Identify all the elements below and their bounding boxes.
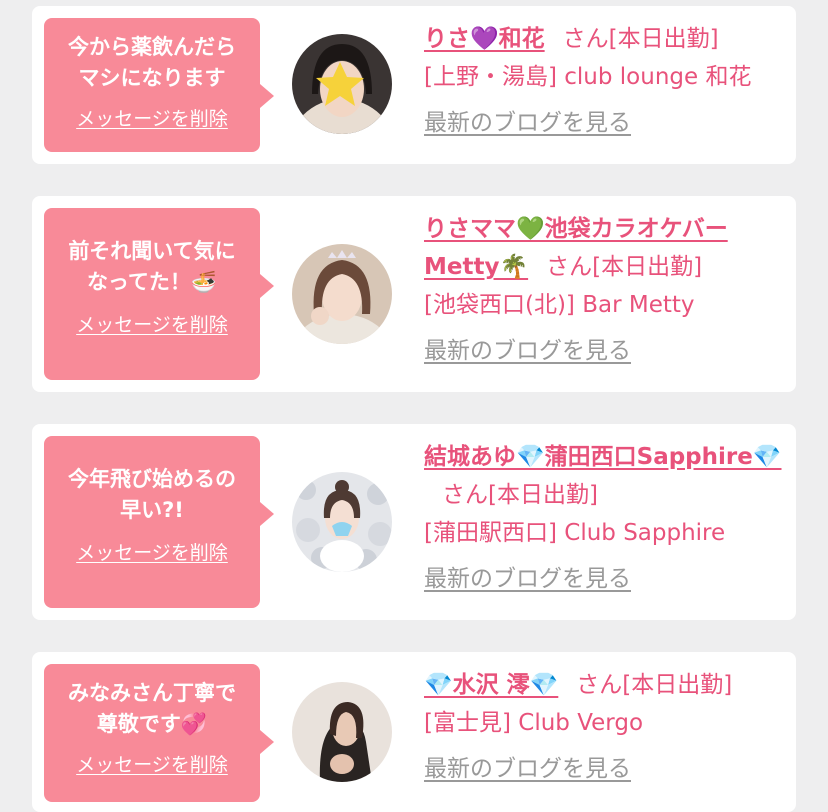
message-text: 今年飛び始めるの 早い?! <box>44 436 260 526</box>
blog-link[interactable]: 最新のブログを見る <box>424 750 784 788</box>
message-text-body: みなみさん丁寧で 尊敬です <box>68 681 236 736</box>
cast-info: 💎水沢 澪💎 さん[本日出勤] [富士見] Club Vergo 最新のブログを見… <box>424 666 784 788</box>
cast-status: さん[本日出勤] <box>442 482 598 508</box>
shop-name: [蒲田駅西口] Club Sapphire <box>424 520 726 546</box>
message-text: 前それ聞いて気に なってた！🍜 <box>44 208 260 298</box>
cast-status: さん[本日出勤] <box>576 672 733 698</box>
blog-link[interactable]: 最新のブログを見る <box>424 332 784 370</box>
message-bubble: みなみさん丁寧で 尊敬です💞 メッセージを削除 <box>44 664 274 802</box>
message-bubble: 今から薬飲んだら マシになります メッセージを削除 <box>44 18 274 152</box>
shop-name: [池袋西口(北)] Bar Metty <box>424 292 695 318</box>
message-card: 今年飛び始めるの 早い?! メッセージを削除 結城あゆ💎蒲田西口Sapphire… <box>32 424 796 620</box>
cast-status: さん[本日出勤] <box>546 254 703 280</box>
avatar[interactable] <box>292 34 392 134</box>
blog-link[interactable]: 最新のブログを見る <box>424 560 784 598</box>
delete-message-link[interactable]: メッセージを削除 <box>76 750 228 777</box>
delete-message-link[interactable]: メッセージを削除 <box>76 310 228 337</box>
cast-status: さん[本日出勤] <box>562 26 719 52</box>
avatar[interactable] <box>292 244 392 344</box>
message-text-body: 今年飛び始めるの 早い?! <box>68 467 236 522</box>
message-card: 今から薬飲んだら マシになります メッセージを削除 りさ💜和花 さん[本日出勤] … <box>32 6 796 164</box>
cast-info: りさ💜和花 さん[本日出勤] [上野・湯島] club lounge 和花 最新の… <box>424 20 784 142</box>
message-text: 今から薬飲んだら マシになります <box>44 18 260 94</box>
ramen-emoji: 🍜 <box>190 270 218 294</box>
blog-link[interactable]: 最新のブログを見る <box>424 104 784 142</box>
message-bubble: 今年飛び始めるの 早い?! メッセージを削除 <box>44 436 274 608</box>
cast-info: りさママ💚池袋カラオケバーMetty🌴 さん[本日出勤] [池袋西口(北)] Ba… <box>424 210 784 370</box>
message-text-body: 今から薬飲んだら マシになります <box>68 35 236 90</box>
shop-name: [富士見] Club Vergo <box>424 710 644 736</box>
delete-message-link[interactable]: メッセージを削除 <box>76 538 228 565</box>
cast-name-link[interactable]: りさ💜和花 <box>424 26 545 52</box>
shop-name: [上野・湯島] club lounge 和花 <box>424 64 752 90</box>
cast-name-link[interactable]: 💎水沢 澪💎 <box>424 672 558 698</box>
avatar[interactable] <box>292 472 392 572</box>
hearts-emoji: 💞 <box>180 712 208 736</box>
cast-name-link[interactable]: 結城あゆ💎蒲田西口Sapphire💎 <box>424 444 782 470</box>
message-bubble: 前それ聞いて気に なってた！🍜 メッセージを削除 <box>44 208 274 380</box>
delete-message-link[interactable]: メッセージを削除 <box>76 104 228 131</box>
avatar[interactable] <box>292 682 392 782</box>
message-text: みなみさん丁寧で 尊敬です💞 <box>44 664 260 740</box>
message-card: みなみさん丁寧で 尊敬です💞 メッセージを削除 💎水沢 澪💎 さん[本日出勤] [… <box>32 652 796 812</box>
message-card: 前それ聞いて気に なってた！🍜 メッセージを削除 りさママ💚池袋カラオケバーMe… <box>32 196 796 392</box>
cast-info: 結城あゆ💎蒲田西口Sapphire💎 さん[本日出勤] [蒲田駅西口] Club … <box>424 438 784 598</box>
